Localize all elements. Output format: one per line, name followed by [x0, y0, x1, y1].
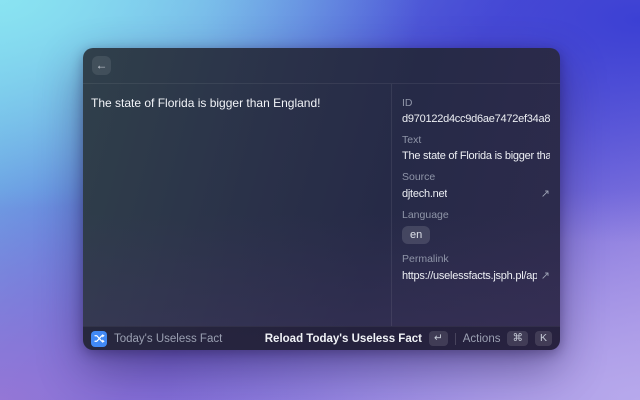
source-link[interactable]: djtech.net ↗	[402, 187, 550, 200]
back-arrow-icon: ←	[96, 58, 108, 72]
field-value: https://uselessfacts.jsph.pl/api...	[402, 270, 537, 282]
footer-divider	[455, 333, 456, 345]
fact-detail-pane: The state of Florida is bigger than Engl…	[83, 84, 391, 326]
metadata-sidebar: ID d970122d4cc9d6ae7472ef34a876... Text …	[392, 84, 560, 326]
action-bar: Today's Useless Fact Reload Today's Usel…	[83, 326, 560, 350]
field-label: Language	[402, 209, 550, 221]
content-area: The state of Florida is bigger than Engl…	[83, 84, 560, 326]
raycast-window: ← The state of Florida is bigger than En…	[83, 48, 560, 350]
metadata-field-language: Language en	[402, 209, 550, 244]
field-value: d970122d4cc9d6ae7472ef34a876...	[402, 113, 550, 125]
k-key-icon: K	[535, 331, 552, 346]
extension-name: Today's Useless Fact	[114, 333, 222, 345]
window-header: ←	[83, 48, 560, 84]
external-link-icon: ↗	[541, 269, 550, 282]
back-button[interactable]: ←	[92, 56, 111, 75]
language-tag: en	[402, 226, 430, 244]
permalink-link[interactable]: https://uselessfacts.jsph.pl/api... ↗	[402, 269, 550, 282]
metadata-field-text: Text The state of Florida is bigger than…	[402, 134, 550, 162]
field-label: Text	[402, 134, 550, 146]
primary-action-button[interactable]: Reload Today's Useless Fact	[265, 333, 422, 345]
field-value: The state of Florida is bigger than...	[402, 150, 550, 162]
metadata-field-id: ID d970122d4cc9d6ae7472ef34a876...	[402, 97, 550, 125]
field-value: djtech.net	[402, 188, 447, 200]
field-label: Permalink	[402, 253, 550, 265]
shuffle-icon	[91, 331, 107, 347]
field-label: Source	[402, 171, 550, 183]
metadata-field-source: Source djtech.net ↗	[402, 171, 550, 200]
actions-menu-button[interactable]: Actions	[463, 333, 501, 345]
footer-actions: Reload Today's Useless Fact ↵ Actions ⌘ …	[265, 331, 552, 346]
field-label: ID	[402, 97, 550, 109]
return-key-icon[interactable]: ↵	[429, 331, 448, 346]
command-key-icon: ⌘	[507, 331, 528, 346]
external-link-icon: ↗	[541, 187, 550, 200]
metadata-field-permalink: Permalink https://uselessfacts.jsph.pl/a…	[402, 253, 550, 282]
fact-text: The state of Florida is bigger than Engl…	[91, 95, 383, 111]
